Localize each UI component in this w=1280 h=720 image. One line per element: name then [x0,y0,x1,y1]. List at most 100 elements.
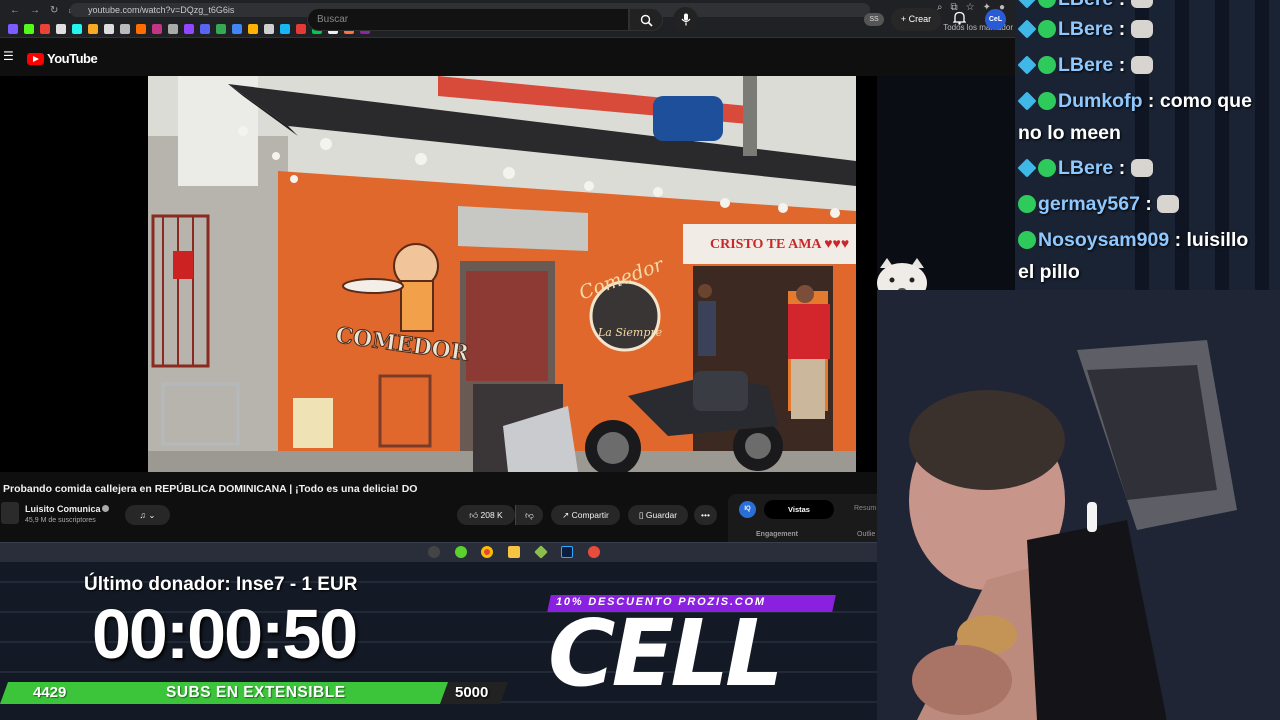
dislike-button[interactable]: 👎︎ [515,505,543,525]
webcam-feed [877,290,1280,720]
chat-message: Dumkofp : como que [1017,90,1252,113]
bookmark-icon[interactable] [200,23,210,34]
save-label: Guardar [645,510,678,520]
subscribed-bell-button[interactable]: ♫ ⌄ [125,505,170,525]
bookmark-icon[interactable] [8,23,18,34]
subs-count-goal: 5000 [455,684,489,701]
chevron-down-icon: ⌄ [148,510,156,520]
iq-logo-icon[interactable]: IQ [739,501,756,518]
voice-search-button[interactable] [673,7,698,32]
bookmark-icon[interactable] [24,23,34,34]
folder-icon[interactable] [508,546,520,558]
channel-badge-icon [1018,231,1036,249]
bookmark-icon[interactable] [72,23,82,34]
bookmark-icon[interactable] [56,23,66,34]
channel-avatar[interactable] [1,502,19,524]
youtube-logo[interactable]: YouTube [27,51,98,66]
subs-goal-label: SUBS EN EXTENSIBLE [166,684,346,701]
microphone-icon [681,13,690,26]
more-actions-button[interactable]: ••• [694,505,717,525]
bookmark-icon[interactable] [136,23,146,34]
last-donor-text: Último donador: Inse7 - 1 EUR [84,574,358,595]
engagement-label: Engagement [756,531,799,538]
bookmark-icon[interactable] [248,23,258,34]
chat-username[interactable]: LBere [1058,18,1113,40]
chat-message: LBere : [1017,54,1153,77]
search-button[interactable] [629,8,663,31]
tab-resumen[interactable]: Resum [854,505,876,512]
video-player[interactable]: CRISTO TE AMA ♥♥♥ COMEDOR Comedor La Sie… [148,76,856,472]
chat-username[interactable]: LBere [1058,157,1113,179]
chat-username[interactable]: LBere [1058,54,1113,76]
bookmark-icon[interactable] [152,23,162,34]
app-icon[interactable] [588,546,600,558]
extension-badge[interactable]: SS [864,13,884,26]
bookmark-icon[interactable] [216,23,226,34]
cat-emote-icon [1157,195,1180,213]
subathon-timer: 00:00:50 [92,595,358,673]
search-icon [640,14,653,27]
bookmark-icon[interactable] [232,23,242,34]
chat-username[interactable]: Nosoysam909 [1038,229,1169,251]
forward-icon[interactable]: → [30,5,40,16]
app-icon[interactable] [455,546,467,558]
subscriber-badge-icon [1017,91,1037,111]
tab-vistas[interactable]: Vistas [764,500,834,519]
channel-name[interactable]: Luisito Comunica [25,504,101,514]
obs-icon[interactable] [428,546,440,558]
share-button[interactable]: ↗ Compartir [551,505,620,525]
bookmark-icon[interactable] [40,23,50,34]
chat-separator: : [1139,193,1158,215]
back-icon[interactable]: ← [10,5,20,16]
photoshop-icon[interactable] [561,546,573,558]
bookmark-icon[interactable] [264,23,274,34]
chat-text: luisillo [1186,229,1249,251]
bookmark-icon[interactable] [120,23,130,34]
search-input[interactable]: Buscar [307,8,629,31]
subscriber-count: 45,9 M de suscriptores [25,517,96,524]
cat-emote-icon [1130,20,1153,38]
bookmark-icon[interactable] [168,23,178,34]
create-label: Crear [908,14,932,24]
like-button[interactable]: 👍︎ 208 K [457,505,515,525]
bookmark-icon[interactable] [104,23,114,34]
bookmark-icon[interactable] [296,23,306,34]
thumbs-down-icon: 👎︎ [525,510,534,520]
chat-separator: : [1113,54,1131,76]
plus-icon: + [900,14,909,24]
chat-username[interactable]: Dumkofp [1058,90,1143,112]
share-icon: ↗ [562,510,572,520]
verified-icon [102,505,109,512]
chat-message: LBere : [1017,157,1153,180]
channel-badge-icon [1038,20,1056,38]
thumbs-up-icon: 👍︎ [469,510,481,520]
create-button[interactable]: + Crear [891,8,941,31]
bookmark-icon[interactable] [88,23,98,34]
channel-badge-icon [1038,92,1056,110]
bookmark-star-icon[interactable]: ☆ [966,2,975,13]
subscriber-badge-icon [1017,0,1037,9]
chat-separator: : [1113,0,1130,10]
account-avatar[interactable]: CeL [985,9,1006,30]
chat-separator: : [1169,229,1187,251]
notifications-bell-icon[interactable] [952,11,967,28]
subscriber-badge-icon [1017,158,1037,178]
video-title: Probando comida callejera en REPÚBLICA D… [3,483,418,495]
stream-screen: ← → ↻ ⌂ youtube.com/watch?v=DQzg_t6G6is … [0,0,1280,720]
chat-username[interactable]: germay567 [1038,193,1140,215]
sponsor-logo: CELL [548,600,784,707]
chat-separator: : [1142,90,1160,112]
scene-logo-subtext: La Siempre [597,326,663,339]
channel-badge-icon [1038,159,1056,177]
bookmark-icon[interactable] [280,23,290,34]
chat-message: germay567 : [1018,193,1180,216]
reload-icon[interactable]: ↻ [50,5,58,16]
menu-icon[interactable]: ☰ [3,49,14,63]
bookmark-icon[interactable] [184,23,194,34]
chat-text-continued: no lo meen [1018,122,1121,144]
chat-message: LBere : [1017,0,1153,11]
save-button[interactable]: ▯ Guardar [628,505,688,525]
webcam-scene [877,290,1280,720]
chrome-icon[interactable] [481,546,493,558]
chat-username[interactable]: LBere [1058,0,1113,10]
